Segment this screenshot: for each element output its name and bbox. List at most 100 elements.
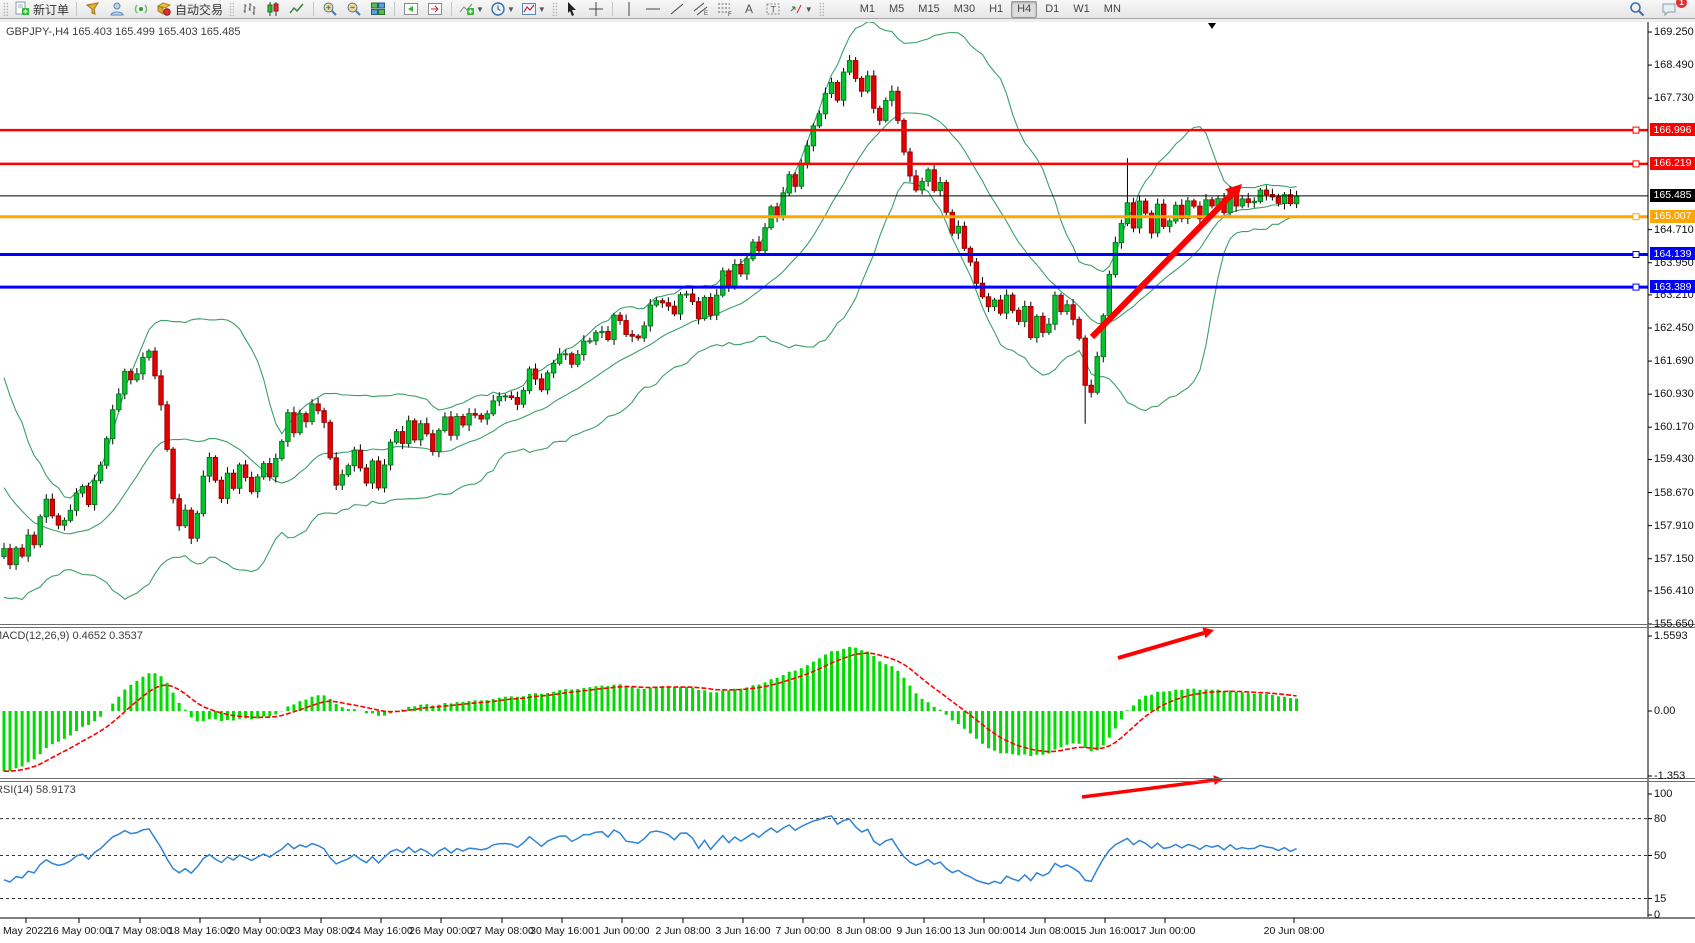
candle[interactable] xyxy=(998,300,1002,313)
candle[interactable] xyxy=(992,300,996,307)
candle[interactable] xyxy=(884,101,888,121)
candle[interactable] xyxy=(1047,324,1051,332)
candle[interactable] xyxy=(926,170,930,182)
candle[interactable] xyxy=(1071,305,1075,320)
candle[interactable] xyxy=(237,465,241,488)
candle[interactable] xyxy=(322,411,326,423)
market-watch-button[interactable] xyxy=(105,0,129,18)
candle[interactable] xyxy=(225,473,229,498)
timeframe-button-M15[interactable]: M15 xyxy=(912,1,945,18)
vertical-line-tool-button[interactable] xyxy=(617,0,641,18)
candle[interactable] xyxy=(62,520,66,525)
candle[interactable] xyxy=(781,193,785,217)
candle[interactable] xyxy=(256,477,260,492)
candle[interactable] xyxy=(50,499,54,516)
candle[interactable] xyxy=(135,374,139,380)
candle[interactable] xyxy=(938,183,942,191)
candle[interactable] xyxy=(799,165,803,187)
candle[interactable] xyxy=(105,439,109,466)
candle[interactable] xyxy=(400,432,404,444)
candle[interactable] xyxy=(195,513,199,538)
fibonacci-tool-button[interactable]: F xyxy=(713,0,737,18)
candle[interactable] xyxy=(388,442,392,465)
candle[interactable] xyxy=(467,414,471,425)
candle[interactable] xyxy=(177,499,181,526)
pane-separator[interactable] xyxy=(0,624,1695,625)
candle[interactable] xyxy=(841,72,845,100)
candle[interactable] xyxy=(1011,295,1015,310)
timeframe-button-W1[interactable]: W1 xyxy=(1067,1,1096,18)
candle[interactable] xyxy=(485,414,489,419)
candle[interactable] xyxy=(1065,305,1069,312)
candle[interactable] xyxy=(340,475,344,485)
candle[interactable] xyxy=(745,259,749,274)
candle[interactable] xyxy=(582,341,586,354)
candle[interactable] xyxy=(902,120,906,152)
candle[interactable] xyxy=(1089,385,1093,392)
candle[interactable] xyxy=(376,461,380,488)
candle[interactable] xyxy=(1192,201,1196,206)
candle[interactable] xyxy=(847,61,851,73)
candle[interactable] xyxy=(932,170,936,191)
candle[interactable] xyxy=(1095,357,1099,393)
candle[interactable] xyxy=(751,242,755,259)
candle[interactable] xyxy=(1240,199,1244,206)
trendline-tool-button[interactable] xyxy=(665,0,689,18)
cursor-tool-button[interactable] xyxy=(560,0,584,18)
timeframe-button-H4[interactable]: H4 xyxy=(1011,1,1037,18)
candle[interactable] xyxy=(2,549,6,557)
candle[interactable] xyxy=(570,354,574,364)
candle[interactable] xyxy=(594,333,598,341)
candle[interactable] xyxy=(129,371,133,379)
candle[interactable] xyxy=(521,391,525,405)
candle[interactable] xyxy=(533,369,537,379)
candle[interactable] xyxy=(346,466,350,475)
candle[interactable] xyxy=(328,422,332,458)
candle[interactable] xyxy=(805,146,809,165)
candle[interactable] xyxy=(630,334,634,336)
candle[interactable] xyxy=(684,294,688,295)
chart-shift-marker[interactable] xyxy=(1208,23,1216,29)
channel-tool-button[interactable]: E xyxy=(689,0,713,18)
candle[interactable] xyxy=(944,183,948,213)
candle[interactable] xyxy=(268,464,272,477)
candle[interactable] xyxy=(38,517,42,545)
candle[interactable] xyxy=(914,176,918,190)
candle[interactable] xyxy=(189,510,193,538)
candle[interactable] xyxy=(1004,295,1008,313)
candle[interactable] xyxy=(14,548,18,564)
templates-button[interactable]: ▼ xyxy=(518,0,549,18)
candle[interactable] xyxy=(358,450,362,468)
line-handle[interactable] xyxy=(1633,127,1639,133)
candle[interactable] xyxy=(1264,190,1268,195)
candle[interactable] xyxy=(231,473,235,488)
price-level-line[interactable] xyxy=(0,161,1648,167)
candle[interactable] xyxy=(92,481,96,505)
candle[interactable] xyxy=(920,181,924,190)
candle[interactable] xyxy=(437,430,441,451)
candle[interactable] xyxy=(872,76,876,108)
candle[interactable] xyxy=(721,271,725,295)
candle[interactable] xyxy=(890,91,894,100)
candle[interactable] xyxy=(32,535,36,545)
candle[interactable] xyxy=(878,108,882,120)
candle[interactable] xyxy=(153,351,157,376)
add-indicator-button[interactable]: ▼ xyxy=(456,0,487,18)
price-level-line[interactable] xyxy=(0,284,1648,290)
horizontal-line-tool-button[interactable] xyxy=(641,0,665,18)
candle[interactable] xyxy=(80,487,84,493)
candle[interactable] xyxy=(123,371,127,394)
candle[interactable] xyxy=(26,535,30,556)
zoom-out-button[interactable] xyxy=(342,0,366,18)
candle[interactable] xyxy=(1246,199,1250,203)
candle[interactable] xyxy=(545,373,549,390)
candle[interactable] xyxy=(117,394,121,410)
candle[interactable] xyxy=(1125,203,1129,224)
timeframe-button-M5[interactable]: M5 xyxy=(883,1,910,18)
signals-button[interactable] xyxy=(129,0,153,18)
candle[interactable] xyxy=(624,321,628,335)
candle[interactable] xyxy=(364,468,368,483)
candle[interactable] xyxy=(866,76,870,91)
candle[interactable] xyxy=(461,417,465,426)
candle[interactable] xyxy=(316,404,320,411)
